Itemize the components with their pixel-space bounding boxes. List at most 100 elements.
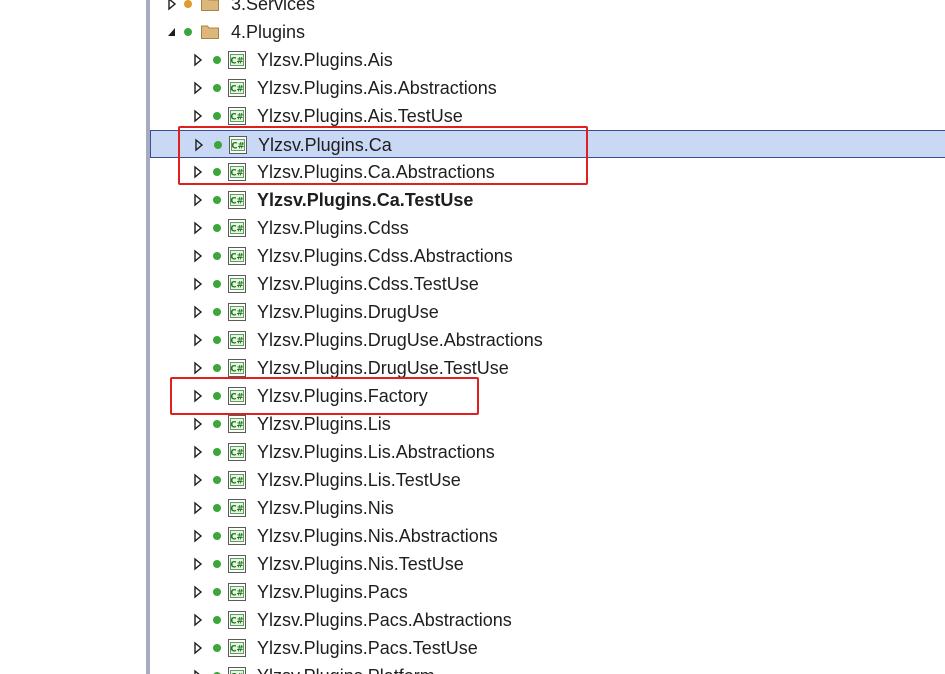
annotation-box-factory [170,377,479,415]
status-dot-icon [213,196,221,204]
collapsed-arrow-icon[interactable] [166,0,178,11]
tree-project-row[interactable]: C# Ylzsv.Plugins.Nis.Abstractions [150,522,945,550]
tree-item-label: Ylzsv.Plugins.Pacs.TestUse [257,638,478,658]
status-dot-icon [213,560,221,568]
csharp-project-icon: C# [228,107,246,125]
svg-text:C#: C# [230,449,243,459]
status-dot-icon [184,28,192,36]
status-dot-icon [213,112,221,120]
csharp-project-icon: C# [228,415,246,433]
csharp-project-icon: C# [228,471,246,489]
collapsed-arrow-icon[interactable] [192,109,204,123]
csharp-project-icon: C# [228,359,246,377]
collapsed-arrow-icon[interactable] [192,221,204,235]
tree-folder-row[interactable]: 4.Plugins [150,18,945,46]
folder-icon [201,0,219,11]
expanded-arrow-icon[interactable] [166,25,178,39]
collapsed-arrow-icon[interactable] [192,613,204,627]
collapsed-arrow-icon[interactable] [192,361,204,375]
csharp-project-icon: C# [228,219,246,237]
svg-text:C#: C# [230,421,243,431]
svg-text:C#: C# [230,337,243,347]
tree-item-label: Ylzsv.Plugins.Nis.Abstractions [257,526,498,546]
csharp-project-icon: C# [228,527,246,545]
tree-project-row[interactable]: C# Ylzsv.Plugins.Cdss.Abstractions [150,242,945,270]
tree-item-label: Ylzsv.Plugins.Nis.TestUse [257,554,464,574]
collapsed-arrow-icon[interactable] [192,529,204,543]
svg-text:C#: C# [230,561,243,571]
collapsed-arrow-icon[interactable] [192,249,204,263]
svg-text:C#: C# [230,253,243,263]
tree-item-label: Ylzsv.Plugins.Cdss [257,218,409,238]
collapsed-arrow-icon[interactable] [192,53,204,67]
svg-text:C#: C# [230,85,243,95]
tree-item-label: Ylzsv.Plugins.Pacs [257,582,408,602]
tree-item-label: Ylzsv.Plugins.Pacs.Abstractions [257,610,512,630]
svg-text:C#: C# [230,309,243,319]
collapsed-arrow-icon[interactable] [192,445,204,459]
tree-project-row[interactable]: C# Ylzsv.Plugins.Ais.Abstractions [150,74,945,102]
svg-text:C#: C# [230,617,243,627]
tree-project-row[interactable]: C# Ylzsv.Plugins.Pacs [150,578,945,606]
tree-item-label: 4.Plugins [231,22,306,42]
tree-project-row[interactable]: C# Ylzsv.Plugins.Pacs.Abstractions [150,606,945,634]
collapsed-arrow-icon[interactable] [192,81,204,95]
tree-project-row[interactable]: C# Ylzsv.Plugins.Pacs.TestUse [150,634,945,662]
collapsed-arrow-icon[interactable] [192,557,204,571]
svg-text:C#: C# [230,57,243,67]
collapsed-arrow-icon[interactable] [192,585,204,599]
tree-project-row[interactable]: C# Ylzsv.Plugins.Cdss.TestUse [150,270,945,298]
tree-project-row[interactable]: C# Ylzsv.Plugins.Ais [150,46,945,74]
csharp-project-icon: C# [228,555,246,573]
svg-text:C#: C# [230,281,243,291]
tree-project-row[interactable]: C# Ylzsv.Plugins.Lis.Abstractions [150,438,945,466]
status-dot-icon [213,84,221,92]
collapsed-arrow-icon[interactable] [192,193,204,207]
tree-folder-row[interactable]: 3.Services [150,0,945,18]
svg-text:C#: C# [230,505,243,515]
tree-project-row[interactable]: C# Ylzsv.Plugins.Platform [150,662,945,674]
svg-text:C#: C# [230,533,243,543]
tree-project-row[interactable]: C# Ylzsv.Plugins.DrugUse [150,298,945,326]
left-panel [0,0,146,674]
tree-project-row[interactable]: C# Ylzsv.Plugins.Cdss [150,214,945,242]
collapsed-arrow-icon[interactable] [192,641,204,655]
tree-item-label: Ylzsv.Plugins.DrugUse [257,302,439,322]
tree-item-label: Ylzsv.Plugins.Cdss.TestUse [257,274,479,294]
status-dot-icon [213,420,221,428]
collapsed-arrow-icon[interactable] [192,417,204,431]
solution-explorer-tree: 3.Services 4.Plugins C# Ylzsv.Plugins.Ais C#… [150,0,945,674]
tree-project-row[interactable]: C# Ylzsv.Plugins.Ca.TestUse [150,186,945,214]
tree-project-row[interactable]: C# Ylzsv.Plugins.Lis.TestUse [150,466,945,494]
status-dot-icon [213,252,221,260]
tree-item-label: 3.Services [231,0,316,14]
status-dot-icon [213,504,221,512]
collapsed-arrow-icon[interactable] [192,501,204,515]
svg-text:C#: C# [230,645,243,655]
status-dot-icon [213,308,221,316]
csharp-project-icon: C# [228,611,246,629]
collapsed-arrow-icon[interactable] [192,305,204,319]
tree-project-row[interactable]: C# Ylzsv.Plugins.Nis [150,494,945,522]
tree-item-label: Ylzsv.Plugins.DrugUse.Abstractions [257,330,543,350]
status-dot-icon [213,364,221,372]
status-dot-icon [213,532,221,540]
tree-item-label: Ylzsv.Plugins.Ais.TestUse [257,106,463,126]
svg-text:C#: C# [230,477,243,487]
svg-text:C#: C# [230,113,243,123]
collapsed-arrow-icon[interactable] [192,669,204,674]
tree-item-label: Ylzsv.Plugins.Nis [257,498,394,518]
collapsed-arrow-icon[interactable] [192,473,204,487]
tree-item-label: Ylzsv.Plugins.Lis.Abstractions [257,442,495,462]
status-dot-icon [213,644,221,652]
csharp-project-icon: C# [228,639,246,657]
tree-item-label: Ylzsv.Plugins.Cdss.Abstractions [257,246,513,266]
collapsed-arrow-icon[interactable] [192,333,204,347]
tree-project-row[interactable]: C# Ylzsv.Plugins.Nis.TestUse [150,550,945,578]
tree-item-label: Ylzsv.Plugins.Ais [257,50,393,70]
csharp-project-icon: C# [228,667,246,674]
csharp-project-icon: C# [228,443,246,461]
svg-text:C#: C# [230,365,243,375]
collapsed-arrow-icon[interactable] [192,277,204,291]
tree-project-row[interactable]: C# Ylzsv.Plugins.DrugUse.Abstractions [150,326,945,354]
